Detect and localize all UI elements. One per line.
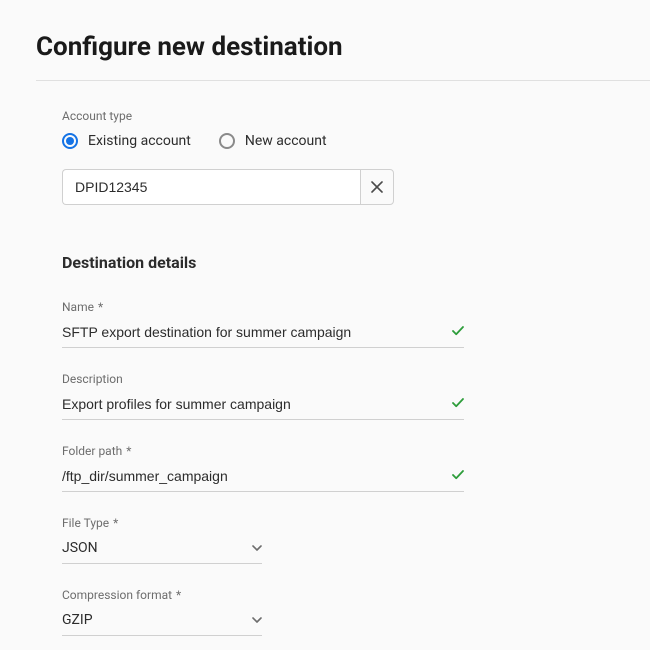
radio-new-label: New account xyxy=(245,133,327,149)
field-compression-label-row: Compression format * xyxy=(62,588,262,602)
clear-account-button[interactable] xyxy=(360,169,394,205)
field-folder-path: Folder path * xyxy=(62,444,464,492)
file-type-select[interactable]: JSON xyxy=(62,538,262,564)
field-folder-path-label: Folder path xyxy=(62,444,122,458)
field-file-type: File Type * JSON xyxy=(62,516,262,564)
field-name-input-row xyxy=(62,322,464,348)
radio-icon xyxy=(62,133,78,149)
file-type-value: JSON xyxy=(62,540,98,556)
chevron-down-icon xyxy=(252,610,262,629)
account-id-input[interactable] xyxy=(62,169,360,205)
chevron-down-icon xyxy=(252,538,262,557)
check-icon xyxy=(452,394,464,413)
field-file-type-label: File Type xyxy=(62,516,109,530)
radio-new-account[interactable]: New account xyxy=(219,133,327,149)
name-input[interactable] xyxy=(62,324,452,340)
field-folder-path-input-row xyxy=(62,466,464,492)
field-description: Description xyxy=(62,372,464,420)
required-asterisk-icon: * xyxy=(176,588,181,602)
required-asterisk-icon: * xyxy=(113,516,118,530)
field-description-label-row: Description xyxy=(62,372,464,386)
page-title: Configure new destination xyxy=(36,32,650,62)
destination-details-heading: Destination details xyxy=(62,253,650,272)
field-description-label: Description xyxy=(62,372,123,386)
field-name-label-row: Name * xyxy=(62,300,464,314)
account-id-row xyxy=(62,169,394,205)
account-type-radio-group: Existing account New account xyxy=(62,133,650,149)
account-type-label: Account type xyxy=(62,109,650,123)
configure-destination-page: Configure new destination Account type E… xyxy=(0,0,650,650)
field-name-label: Name xyxy=(62,300,94,314)
required-asterisk-icon: * xyxy=(98,300,103,314)
check-icon xyxy=(452,466,464,485)
field-compression-label: Compression format xyxy=(62,588,172,602)
required-asterisk-icon: * xyxy=(126,444,131,458)
radio-icon xyxy=(219,133,235,149)
form-area: Account type Existing account New accoun… xyxy=(36,109,650,636)
check-icon xyxy=(452,322,464,341)
radio-existing-label: Existing account xyxy=(88,133,191,149)
compression-select[interactable]: GZIP xyxy=(62,610,262,636)
field-compression: Compression format * GZIP xyxy=(62,588,262,636)
compression-value: GZIP xyxy=(62,612,93,628)
field-file-type-label-row: File Type * xyxy=(62,516,262,530)
description-input[interactable] xyxy=(62,396,452,412)
folder-path-input[interactable] xyxy=(62,468,452,484)
field-folder-path-label-row: Folder path * xyxy=(62,444,464,458)
close-icon xyxy=(371,178,383,197)
title-divider xyxy=(36,80,650,81)
field-description-input-row xyxy=(62,394,464,420)
radio-existing-account[interactable]: Existing account xyxy=(62,133,191,149)
field-name: Name * xyxy=(62,300,464,348)
